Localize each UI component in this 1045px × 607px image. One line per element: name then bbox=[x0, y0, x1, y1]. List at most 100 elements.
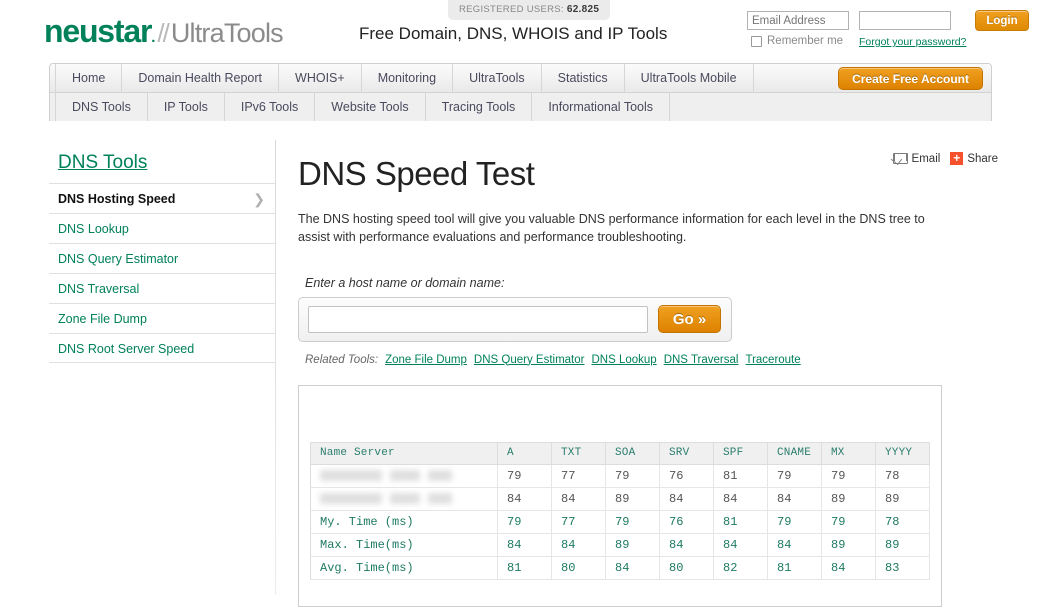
name-server-cell-redacted bbox=[310, 464, 498, 488]
subnav-item-ip-tools[interactable]: IP Tools bbox=[148, 93, 225, 121]
result-cell: 80 bbox=[659, 556, 714, 580]
result-cell: 79 bbox=[497, 464, 552, 488]
forgot-password-link[interactable]: Forgot your password? bbox=[859, 36, 966, 48]
share-label[interactable]: Share bbox=[967, 153, 998, 165]
sidebar-divider bbox=[275, 140, 276, 595]
login-button[interactable]: Login bbox=[975, 10, 1029, 31]
related-tool-zone-file-dump[interactable]: Zone File Dump bbox=[385, 354, 467, 366]
result-cell: 79 bbox=[821, 510, 876, 534]
sidebar-item-label: Zone File Dump bbox=[58, 312, 147, 326]
table-row: 79 77 79 76 81 79 79 78 bbox=[310, 464, 930, 488]
name-server-cell-redacted bbox=[310, 487, 498, 511]
column-header-a: A bbox=[497, 442, 552, 465]
related-tool-traceroute[interactable]: Traceroute bbox=[745, 354, 800, 366]
page-description: The DNS hosting speed tool will give you… bbox=[298, 212, 925, 245]
nav-item-monitoring[interactable]: Monitoring bbox=[362, 64, 454, 93]
nav-item-ultratools[interactable]: UltraTools bbox=[453, 64, 542, 93]
result-cell: 89 bbox=[821, 487, 876, 511]
related-tool-dns-traversal[interactable]: DNS Traversal bbox=[664, 354, 739, 366]
name-server-cell: Avg. Time(ms) bbox=[310, 556, 498, 580]
email-icon[interactable] bbox=[892, 153, 908, 164]
column-header-srv: SRV bbox=[659, 442, 714, 465]
table-row: Max. Time(ms) 84 84 89 84 84 84 89 89 bbox=[310, 533, 930, 557]
column-header-yyyy: YYYY bbox=[875, 442, 930, 465]
sidebar-item-dns-query-estimator[interactable]: DNS Query Estimator bbox=[49, 243, 275, 273]
navigation-bar: Home Domain Health Report WHOIS+ Monitoring… bbox=[49, 63, 992, 121]
column-header-soa: SOA bbox=[605, 442, 660, 465]
nav-item-home[interactable]: Home bbox=[55, 64, 123, 93]
sidebar-title[interactable]: DNS Tools bbox=[49, 152, 275, 183]
sidebar-item-dns-traversal[interactable]: DNS Traversal bbox=[49, 273, 275, 303]
result-cell: 89 bbox=[875, 533, 930, 557]
go-button[interactable]: Go » bbox=[658, 305, 721, 334]
result-cell: 79 bbox=[767, 464, 822, 488]
column-header-name-server: Name Server bbox=[310, 442, 498, 465]
result-cell: 79 bbox=[821, 464, 876, 488]
redacted-text-block bbox=[428, 492, 452, 504]
result-cell: 81 bbox=[713, 510, 768, 534]
column-header-mx: MX bbox=[821, 442, 876, 465]
result-cell: 84 bbox=[767, 533, 822, 557]
column-header-cname: CNAME bbox=[767, 442, 822, 465]
email-field[interactable] bbox=[747, 11, 849, 30]
sidebar-item-label: DNS Lookup bbox=[58, 222, 129, 236]
subnav-item-informational-tools[interactable]: Informational Tools bbox=[532, 93, 670, 121]
subnav-item-dns-tools[interactable]: DNS Tools bbox=[55, 93, 148, 121]
table-row: 84 84 89 84 84 84 89 89 bbox=[310, 487, 930, 511]
brand-logo[interactable]: neustar . // UltraTools bbox=[44, 15, 284, 49]
sidebar: DNS Tools DNS Hosting Speed ❯ DNS Lookup DN… bbox=[49, 152, 275, 363]
sidebar-item-dns-root-server-speed[interactable]: DNS Root Server Speed bbox=[49, 333, 275, 363]
nav-item-whois-[interactable]: WHOIS+ bbox=[279, 64, 362, 93]
registered-users-count: 62.825 bbox=[566, 4, 600, 15]
result-cell: 84 bbox=[767, 487, 822, 511]
subnav-item-website-tools[interactable]: Website Tools bbox=[315, 93, 426, 121]
result-cell: 81 bbox=[767, 556, 822, 580]
top-header: neustar . // UltraTools Free Domain, DNS… bbox=[0, 0, 1045, 63]
related-tool-dns-query-estimator[interactable]: DNS Query Estimator bbox=[474, 354, 585, 366]
password-field[interactable] bbox=[859, 11, 951, 30]
secondary-nav: DNS Tools IP Tools IPv6 Tools Website Tools… bbox=[50, 93, 991, 121]
result-cell: 82 bbox=[713, 556, 768, 580]
host-name-input[interactable] bbox=[308, 305, 648, 333]
dns-speed-results-table: Name Server A TXT SOA SRV SPF CNAME MX YYYY 79 77… bbox=[310, 441, 930, 580]
related-tools-label: Related Tools: bbox=[305, 353, 379, 366]
nav-item-domain-health-report[interactable]: Domain Health Report bbox=[122, 64, 280, 93]
column-header-txt: TXT bbox=[551, 442, 606, 465]
create-free-account-button[interactable]: Create Free Account bbox=[838, 67, 983, 90]
result-cell: 84 bbox=[551, 533, 606, 557]
result-cell: 89 bbox=[605, 487, 660, 511]
email-share-label[interactable]: Email bbox=[912, 153, 941, 165]
redacted-text-block bbox=[390, 492, 420, 504]
share-row: Email + Share bbox=[892, 152, 998, 165]
result-cell: 84 bbox=[659, 533, 714, 557]
host-input-label: Enter a host name or domain name: bbox=[305, 275, 505, 290]
plus-icon[interactable]: + bbox=[950, 152, 964, 165]
logo-slashes: // bbox=[157, 18, 170, 48]
related-tool-dns-lookup[interactable]: DNS Lookup bbox=[591, 354, 656, 366]
result-cell: 84 bbox=[551, 487, 606, 511]
result-cell: 89 bbox=[605, 533, 660, 557]
subnav-item-ipv6-tools[interactable]: IPv6 Tools bbox=[225, 93, 316, 121]
result-cell: 78 bbox=[875, 510, 930, 534]
result-cell: 76 bbox=[659, 510, 714, 534]
subnav-item-tracing-tools[interactable]: Tracing Tools bbox=[426, 93, 533, 121]
nav-item-ultratools-mobile[interactable]: UltraTools Mobile bbox=[625, 64, 754, 93]
sidebar-item-label: DNS Hosting Speed bbox=[58, 192, 176, 206]
result-cell: 78 bbox=[875, 464, 930, 488]
table-header: Name Server A TXT SOA SRV SPF CNAME MX YYYY bbox=[310, 442, 930, 465]
result-cell: 79 bbox=[497, 510, 552, 534]
sidebar-item-dns-lookup[interactable]: DNS Lookup bbox=[49, 213, 275, 243]
table-header-row: Name Server A TXT SOA SRV SPF CNAME MX YYYY bbox=[310, 442, 930, 465]
result-cell: 77 bbox=[551, 464, 606, 488]
nav-item-statistics[interactable]: Statistics bbox=[542, 64, 625, 93]
remember-me-checkbox[interactable] bbox=[751, 35, 762, 47]
sidebar-item-zone-file-dump[interactable]: Zone File Dump bbox=[49, 303, 275, 333]
remember-me-row[interactable]: Remember me bbox=[751, 35, 843, 47]
login-area: Remember me Forgot your password? Login bbox=[747, 10, 1029, 51]
sidebar-item-dns-hosting-speed[interactable]: DNS Hosting Speed ❯ bbox=[49, 183, 275, 213]
redacted-text-block bbox=[320, 492, 382, 504]
name-server-cell: Max. Time(ms) bbox=[310, 533, 498, 557]
result-cell: 84 bbox=[497, 533, 552, 557]
result-cell: 83 bbox=[875, 556, 930, 580]
related-tools: Related Tools: Zone File Dump DNS Query E… bbox=[298, 354, 998, 366]
